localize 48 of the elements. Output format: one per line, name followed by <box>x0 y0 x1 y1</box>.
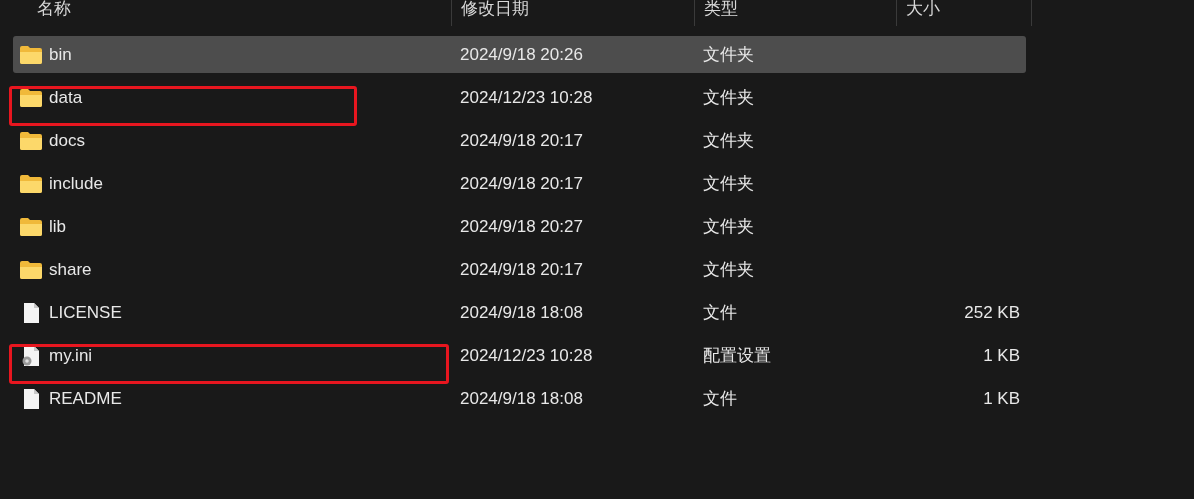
modified-date: 2024/9/18 20:17 <box>459 130 584 151</box>
file-row[interactable]: my.ini 2024/12/23 10:28 配置设置 1 KB <box>13 337 1026 374</box>
file-type: 文件夹 <box>702 259 755 281</box>
column-header[interactable]: 类型 <box>704 0 738 20</box>
file-name: docs <box>49 130 85 151</box>
file-name: my.ini <box>49 345 93 366</box>
file-row[interactable]: bin 2024/9/18 20:26 文件夹 <box>13 36 1026 73</box>
file-row[interactable]: lib 2024/9/18 20:27 文件夹 <box>13 208 1026 245</box>
folder-icon <box>19 173 43 194</box>
modified-date: 2024/9/18 18:08 <box>459 302 584 323</box>
modified-date: 2024/12/23 10:28 <box>459 345 594 366</box>
file-row[interactable]: share 2024/9/18 20:17 文件夹 <box>13 251 1026 288</box>
file-type: 文件夹 <box>702 216 755 238</box>
file-type: 文件夹 <box>702 87 755 109</box>
modified-date: 2024/9/18 20:26 <box>459 44 584 65</box>
file-name: bin <box>49 44 72 65</box>
folder-icon <box>19 130 43 151</box>
file-type: 文件夹 <box>702 130 755 152</box>
folder-icon <box>19 216 43 237</box>
file-name: include <box>49 173 103 194</box>
file-type: 文件夹 <box>702 44 755 66</box>
folder-icon <box>19 44 43 65</box>
column-header[interactable]: 名称 <box>37 0 71 20</box>
file-type: 文件 <box>702 388 738 410</box>
file-type: 文件夹 <box>702 173 755 195</box>
file-name: lib <box>49 216 66 237</box>
file-row[interactable]: README 2024/9/18 18:08 文件 1 KB <box>13 380 1026 417</box>
modified-date: 2024/9/18 20:17 <box>459 173 584 194</box>
file-size: 1 KB <box>982 388 1020 409</box>
file-type: 文件 <box>702 302 738 324</box>
folder-icon <box>19 259 43 280</box>
column-header[interactable]: 修改日期 <box>461 0 529 20</box>
modified-date: 2024/12/23 10:28 <box>459 87 594 108</box>
file-name: LICENSE <box>49 302 122 323</box>
file-name: README <box>49 388 122 409</box>
file-name: share <box>49 259 92 280</box>
modified-date: 2024/9/18 20:27 <box>459 216 584 237</box>
file-type: 配置设置 <box>702 345 772 367</box>
file-row[interactable]: docs 2024/9/18 20:17 文件夹 <box>13 122 1026 159</box>
modified-date: 2024/9/18 18:08 <box>459 388 584 409</box>
file-row[interactable]: LICENSE 2024/9/18 18:08 文件 252 KB <box>13 294 1026 331</box>
file-row[interactable]: include 2024/9/18 20:17 文件夹 <box>13 165 1026 202</box>
file-name: data <box>49 87 83 108</box>
file-row[interactable]: data 2024/12/23 10:28 文件夹 <box>13 79 1026 116</box>
column-header[interactable]: 大小 <box>906 0 940 20</box>
modified-date: 2024/9/18 20:17 <box>459 259 584 280</box>
file-size: 252 KB <box>963 302 1020 323</box>
file-size: 1 KB <box>982 345 1020 366</box>
